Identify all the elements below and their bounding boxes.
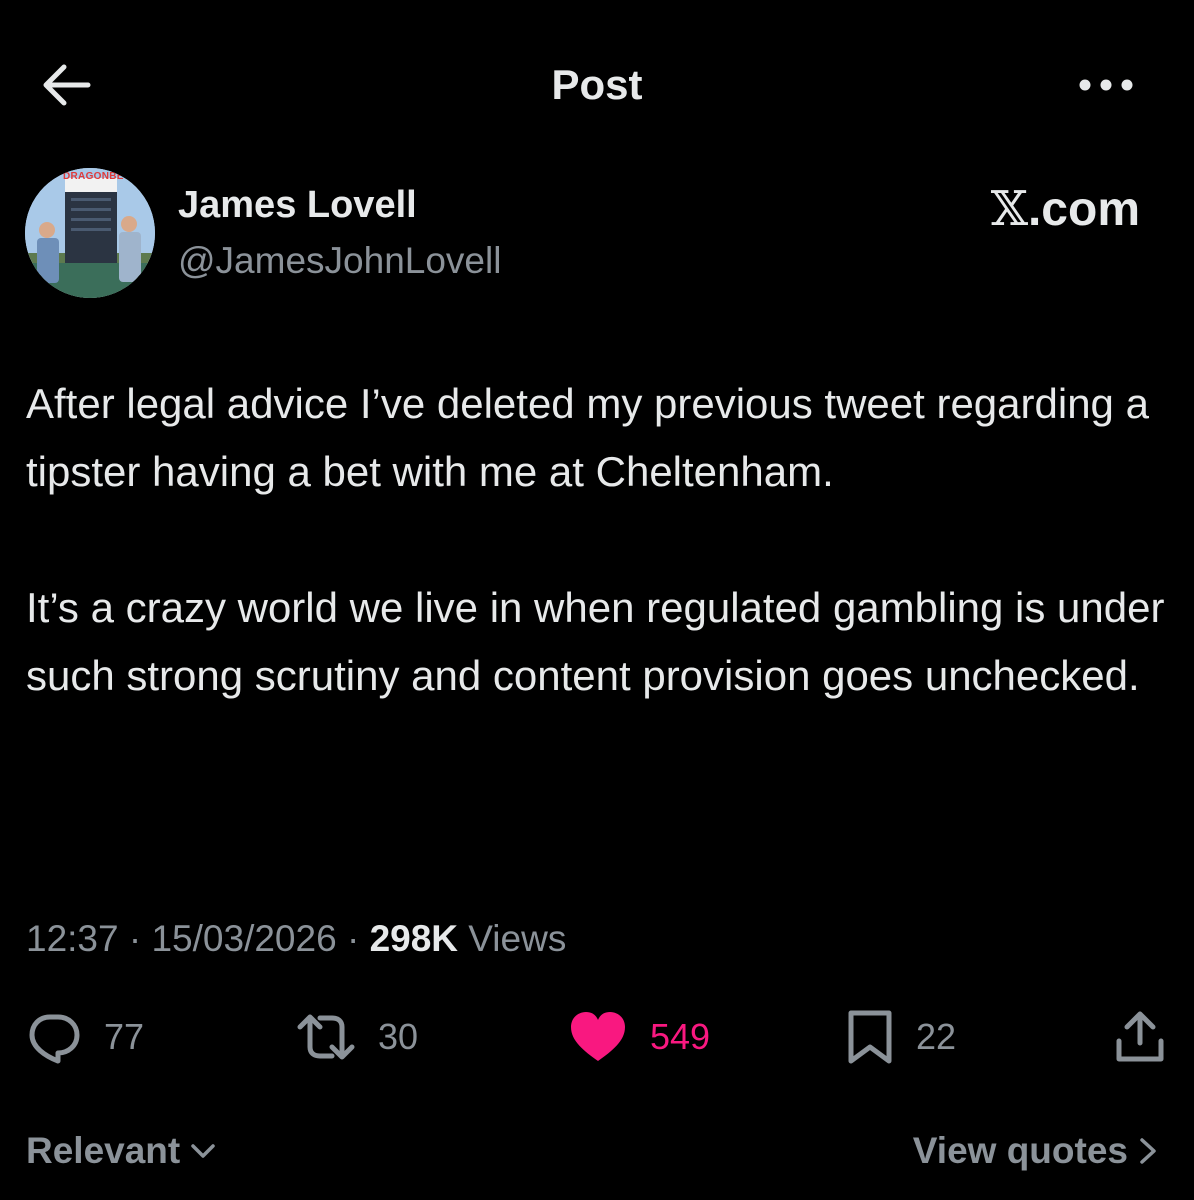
site-domain-text: .com bbox=[1027, 183, 1140, 236]
bookmark-button[interactable]: 22 bbox=[846, 1005, 956, 1069]
x-logo-icon: 𝕏 bbox=[990, 181, 1028, 237]
view-quotes-link[interactable]: View quotes bbox=[913, 1130, 1158, 1172]
top-bar: Post bbox=[0, 0, 1194, 170]
bookmark-count: 22 bbox=[916, 1016, 957, 1057]
action-bar: 77 30 549 22 bbox=[0, 1005, 1194, 1075]
chevron-down-icon bbox=[191, 1144, 215, 1158]
meta-separator: · bbox=[118, 918, 152, 959]
tweet-paragraph: After legal advice I’ve deleted my previ… bbox=[26, 380, 1149, 495]
more-horizontal-icon bbox=[1079, 79, 1133, 91]
tweet-meta: 12:37 · 15/03/2026 · 298K Views bbox=[26, 915, 566, 963]
avatar-brand-logo: DRAGONBET bbox=[63, 171, 131, 182]
views-count: 298K bbox=[369, 918, 459, 959]
avatar-photo bbox=[25, 168, 155, 298]
sort-replies-dropdown[interactable]: Relevant bbox=[26, 1130, 216, 1172]
views-label: Views bbox=[458, 918, 567, 959]
bookmark-icon bbox=[848, 1010, 892, 1064]
reply-button[interactable]: 77 bbox=[26, 1005, 144, 1069]
like-button[interactable]: 549 bbox=[568, 1005, 710, 1069]
tweet-paragraph: It’s a crazy world we live in when regul… bbox=[26, 584, 1165, 699]
tweet-time[interactable]: 12:37 bbox=[26, 918, 119, 959]
view-quotes-label: View quotes bbox=[912, 1130, 1128, 1171]
author-display-name[interactable]: James Lovell bbox=[178, 183, 417, 227]
chevron-right-icon bbox=[1140, 1138, 1156, 1164]
author-handle[interactable]: @JamesJohnLovell bbox=[178, 239, 501, 283]
meta-separator: · bbox=[336, 918, 370, 959]
tweet-date[interactable]: 15/03/2026 bbox=[151, 918, 336, 959]
repost-count: 30 bbox=[378, 1016, 419, 1057]
repost-icon bbox=[297, 1014, 355, 1060]
author-row: DRAGONBET James Lovell @JamesJohnLovell … bbox=[0, 165, 1194, 305]
repost-button[interactable]: 30 bbox=[296, 1005, 418, 1069]
avatar[interactable]: DRAGONBET bbox=[25, 168, 155, 298]
share-icon bbox=[1116, 1011, 1164, 1062]
share-button[interactable] bbox=[1114, 1005, 1166, 1069]
more-options-button[interactable] bbox=[1075, 70, 1137, 100]
like-count: 549 bbox=[650, 1016, 711, 1057]
reply-icon bbox=[29, 1014, 80, 1064]
heart-filled-icon bbox=[571, 1012, 625, 1061]
tweet-text: After legal advice I’ve deleted my previ… bbox=[26, 370, 1176, 710]
page-title: Post bbox=[551, 61, 643, 108]
sort-label: Relevant bbox=[26, 1130, 181, 1171]
site-watermark: 𝕏.com bbox=[991, 181, 1140, 238]
reply-count: 77 bbox=[104, 1016, 145, 1057]
